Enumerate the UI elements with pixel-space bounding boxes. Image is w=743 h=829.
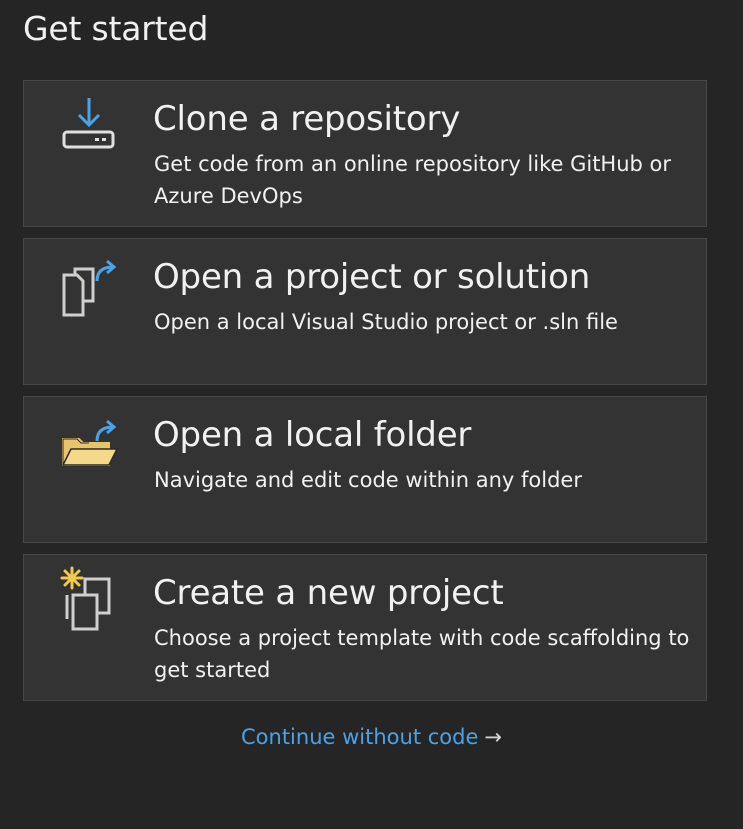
- create-project-description: Choose a project template with code scaf…: [154, 626, 690, 682]
- new-project-icon: [60, 566, 111, 631]
- open-folder-description: Navigate and edit code within any folder: [154, 468, 582, 492]
- clone-repository-title: Clone a repository: [153, 99, 461, 139]
- open-project-icon: [62, 259, 117, 317]
- get-started-page: Get started Clone a repository Get code …: [0, 0, 743, 829]
- arrow-right-icon: →: [484, 725, 502, 749]
- continue-without-code-label: Continue without code: [241, 725, 479, 749]
- open-folder-title: Open a local folder: [153, 415, 472, 455]
- page-title: Get started: [23, 9, 209, 48]
- clone-repository-icon: [62, 98, 115, 149]
- open-project-title: Open a project or solution: [153, 257, 591, 297]
- open-project-card[interactable]: Open a project or solution Open a local …: [23, 238, 707, 385]
- clone-repository-description: Get code from an online repository like …: [154, 152, 672, 208]
- create-project-title: Create a new project: [153, 573, 504, 613]
- open-folder-card[interactable]: Open a local folder Navigate and edit co…: [23, 396, 707, 543]
- clone-repository-card[interactable]: Clone a repository Get code from an onli…: [23, 80, 707, 227]
- continue-without-code-link[interactable]: Continue without code →: [0, 720, 743, 754]
- open-project-description: Open a local Visual Studio project or .s…: [154, 310, 618, 334]
- create-project-card[interactable]: Create a new project Choose a project te…: [23, 554, 707, 701]
- open-folder-icon: [61, 419, 119, 466]
